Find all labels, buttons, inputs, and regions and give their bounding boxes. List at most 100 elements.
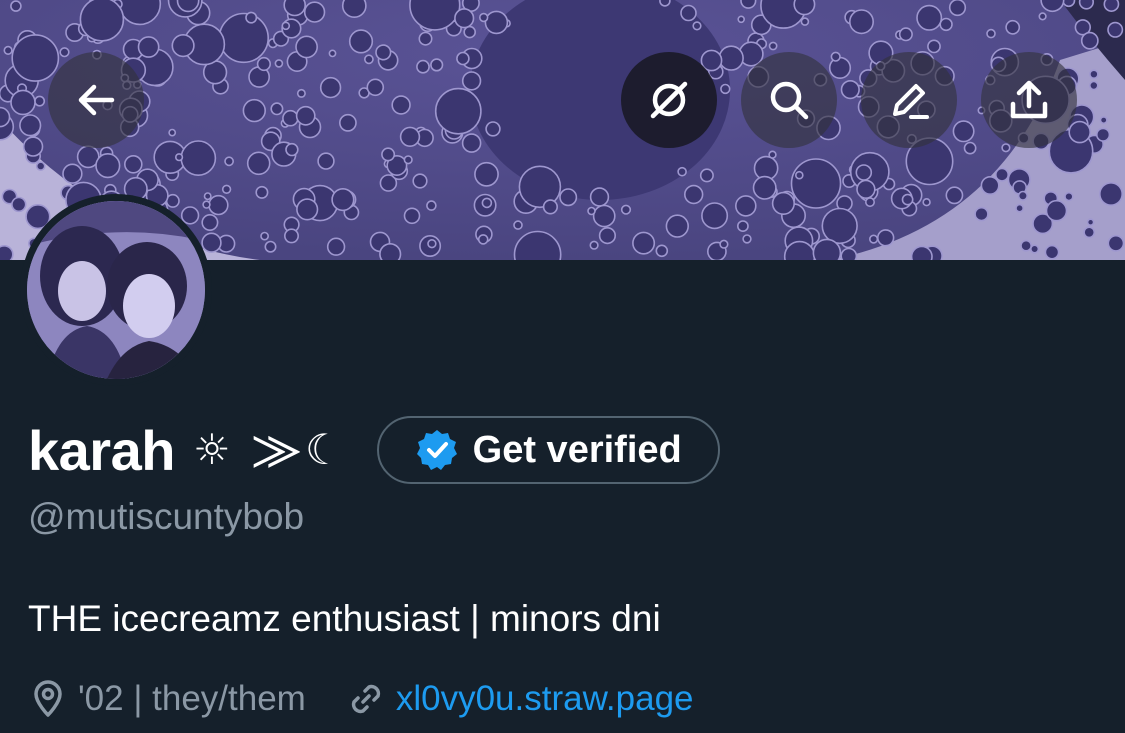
- banner-bubble: [375, 44, 392, 61]
- banner-bubble: [283, 0, 306, 17]
- banner-bubble: [939, 17, 953, 32]
- banner-bubble: [3, 45, 13, 56]
- banner-bubble: [454, 8, 475, 29]
- banner-bubble: [980, 176, 1000, 196]
- search-icon: [770, 81, 809, 120]
- banner-bubble: [221, 184, 232, 195]
- get-verified-button[interactable]: Get verified: [376, 416, 720, 484]
- banner-bubble: [910, 245, 933, 260]
- banner-bubble: [218, 12, 270, 64]
- search-button[interactable]: [741, 52, 837, 148]
- banner-bubble: [768, 150, 777, 159]
- banner-bubble: [180, 206, 200, 225]
- banner-bubble: [274, 59, 284, 68]
- banner-bubble: [922, 198, 931, 207]
- banner-bubble: [430, 58, 444, 72]
- banner-bubble: [348, 29, 374, 54]
- banner-bubble: [434, 87, 482, 135]
- banner-bubble: [270, 102, 284, 116]
- banner-bubble: [1005, 19, 1021, 35]
- banner-bubble: [264, 240, 277, 253]
- banner-bubble: [242, 98, 267, 123]
- banner-bubble: [771, 191, 796, 215]
- grok-toggle-button[interactable]: [621, 52, 717, 148]
- banner-bubble: [463, 25, 477, 39]
- banner-bubble: [341, 0, 367, 18]
- user-handle: @mutiscuntybob: [28, 496, 305, 537]
- banner-bubble: [124, 155, 143, 174]
- banner-bubble: [1099, 182, 1124, 207]
- banner-bubble: [260, 231, 269, 241]
- banner-bubble: [283, 228, 299, 244]
- banner-bubble: [484, 10, 509, 35]
- banner-bubble: [1078, 0, 1094, 10]
- banner-bubble: [1044, 244, 1060, 260]
- banner-bubble: [296, 198, 319, 221]
- banner-bubble: [11, 196, 27, 213]
- banner-bubble: [22, 136, 44, 157]
- avatar-image: [27, 201, 205, 379]
- banner-bubble: [1099, 116, 1108, 125]
- banner-bubble: [901, 193, 914, 206]
- banner-bubble: [948, 0, 967, 17]
- website-item[interactable]: xl0vy0u.straw.page: [346, 679, 694, 719]
- banner-bubble: [331, 188, 355, 212]
- banner-bubble: [416, 59, 430, 74]
- banner-bubble: [1015, 203, 1024, 213]
- banner-bubble: [513, 220, 523, 230]
- banner-bubble: [224, 156, 234, 167]
- banner-bubble: [338, 113, 357, 132]
- banner-bubble: [296, 88, 306, 98]
- banner-bubble: [701, 202, 729, 230]
- slashed-circle-icon: [650, 81, 688, 119]
- banner-bubble: [974, 206, 989, 222]
- banner-bubble: [986, 28, 996, 39]
- banner-bubble: [916, 4, 943, 31]
- banner-bubble: [474, 161, 499, 187]
- banner-bubble: [692, 21, 702, 31]
- banner-bubble: [175, 153, 184, 162]
- banner-bubble: [282, 109, 299, 127]
- banner-bubble: [256, 56, 272, 72]
- banner-bubble: [1020, 239, 1032, 252]
- banner-bubble: [1017, 190, 1029, 201]
- banner-bubble: [589, 187, 610, 207]
- banner-bubble: [1089, 80, 1099, 91]
- banner-bubble: [59, 47, 70, 58]
- banner-bubble: [1107, 21, 1124, 38]
- banner-bubble: [740, 0, 757, 9]
- banner-bubble: [737, 220, 749, 232]
- avatar[interactable]: [20, 194, 212, 386]
- banner-bubble: [171, 33, 195, 58]
- banner-bubble: [963, 141, 977, 155]
- banner-bubble: [479, 12, 489, 23]
- banner-bubble: [927, 39, 941, 54]
- banner-bubble: [665, 214, 689, 238]
- banner-bubble: [35, 161, 46, 171]
- share-button[interactable]: [981, 52, 1077, 148]
- back-button[interactable]: [48, 52, 144, 148]
- banner-bubble: [403, 207, 421, 225]
- banner-bubble: [246, 151, 271, 176]
- banner-bubble: [655, 244, 669, 258]
- name-emoji-glyphs: ☼ ⨠☾: [192, 425, 347, 474]
- profile-meta: '02 | they/them xl0vy0u.straw.page: [28, 674, 734, 724]
- edit-button[interactable]: [861, 52, 957, 148]
- banner-bubble: [62, 163, 83, 184]
- banner-bubble: [794, 170, 804, 180]
- location-text: '02 | they/them: [78, 679, 306, 718]
- website-link[interactable]: xl0vy0u.straw.page: [396, 679, 694, 719]
- banner-bubble: [11, 34, 60, 82]
- banner-bubble: [812, 238, 842, 260]
- banner-bubble: [1062, 0, 1076, 8]
- display-name: karah: [28, 418, 175, 482]
- banner-bubble: [319, 76, 342, 99]
- banner-bubble: [477, 234, 489, 245]
- banner-bubble: [10, 0, 22, 12]
- banner-bubble: [677, 166, 687, 177]
- banner-bubble: [1103, 0, 1120, 12]
- banner-bubble: [620, 204, 632, 215]
- banner-bubble: [742, 234, 752, 244]
- banner-bubble: [285, 142, 299, 157]
- banner-bubble: [868, 234, 879, 244]
